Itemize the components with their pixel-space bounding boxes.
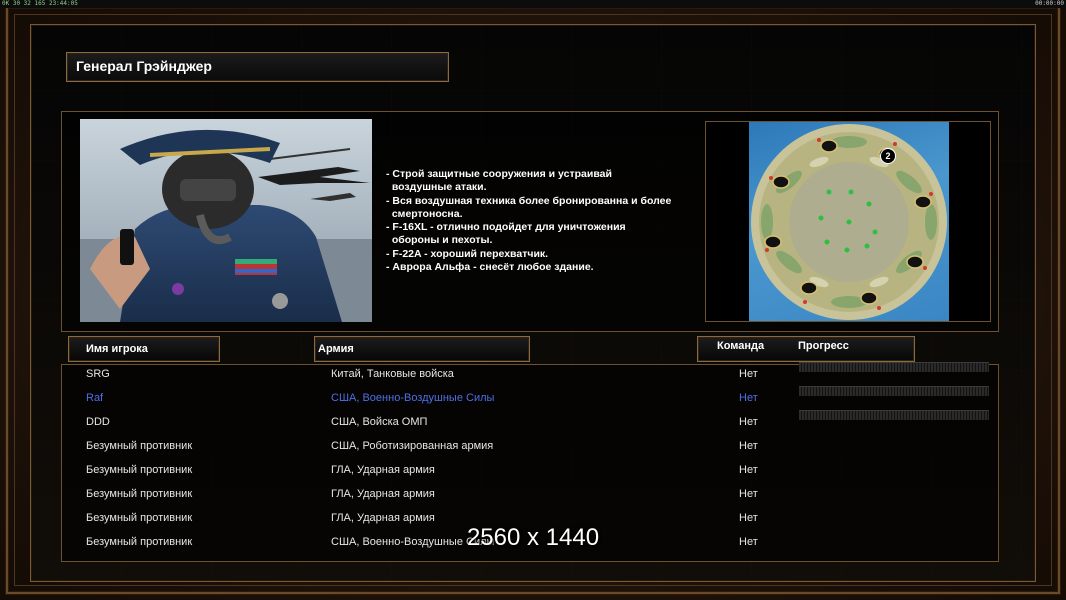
header-army: Армия (314, 336, 530, 362)
description-line: - F-16XL - отлично подойдет для уничтоже… (386, 221, 626, 234)
player-team: Нет (739, 440, 758, 452)
general-name: Генерал Грэйнджер (76, 58, 212, 74)
progress-bar (799, 410, 989, 420)
general-title-box: Генерал Грэйнджер (66, 52, 449, 82)
player-row: SRG Китай, Танковые войска Нет (62, 362, 998, 386)
player-row: Безумный противник ГЛА, Ударная армия Не… (62, 458, 998, 482)
player-army: ГЛА, Ударная армия (331, 488, 435, 500)
player-name: DDD (86, 416, 110, 428)
minimap: 2 (749, 122, 949, 321)
header-team-label: Команда (717, 340, 765, 352)
player-team: Нет (739, 392, 758, 404)
progress-bar (799, 362, 989, 372)
minimap-frame: 2 (705, 121, 991, 322)
description-line: - F-22A - хороший перехватчик. (386, 247, 549, 260)
player-name: SRG (86, 368, 110, 380)
player-army: США, Военно-Воздушные Силы (331, 392, 495, 404)
description-line: воздушные атаки. (386, 181, 487, 194)
resolution-overlay: 2560 x 1440 (466, 524, 600, 551)
general-info-box: - Строй защитные сооружения и устраивай … (61, 111, 999, 332)
player-name: Безумный противник (86, 440, 193, 452)
player-row-active: Raf США, Военно-Воздушные Силы Нет (62, 386, 998, 410)
header-team-progress: Команда Прогресс (697, 336, 915, 362)
player-team: Нет (739, 464, 758, 476)
general-description: - Строй защитные сооружения и устраивай … (386, 168, 706, 274)
description-line: - Вся воздушная техника более бронирован… (386, 194, 672, 207)
description-line: смертоносна. (386, 207, 463, 220)
player-team: Нет (739, 416, 758, 428)
description-line: обороны и пехоты. (386, 234, 493, 247)
status-bar-clock: 00:00:00 (1035, 0, 1064, 7)
description-line: - Строй защитные сооружения и устраивай (386, 168, 612, 180)
header-progress-label: Прогресс (798, 340, 849, 352)
status-bar: 0K 30 32 165 23:44:05 00:00:00 (0, 0, 1066, 8)
general-portrait-image (80, 119, 372, 322)
minimap-image (751, 124, 947, 320)
description-line: - Аврора Альфа - снесёт любое здание. (386, 261, 594, 274)
player-name: Raf (86, 392, 104, 404)
player-team: Нет (739, 368, 758, 380)
player-row: DDD США, Войска ОМП Нет (62, 410, 998, 434)
status-bar-left: 0K 30 32 165 23:44:05 (2, 0, 78, 7)
player-start-marker: 2 (880, 148, 896, 164)
progress-bar (799, 386, 989, 396)
general-portrait (80, 119, 372, 322)
header-player-label: Имя игрока (86, 343, 148, 355)
header-player-name: Имя игрока (68, 336, 220, 362)
player-army: ГЛА, Ударная армия (331, 464, 435, 476)
loading-screen-panel: Генерал Грэйнджер - Строй защитные соору… (30, 24, 1036, 582)
player-row: Безумный противник США, Роботизированная… (62, 434, 998, 458)
player-name: Безумный противник (86, 488, 193, 500)
player-name: Безумный противник (86, 464, 193, 476)
header-army-label: Армия (318, 343, 354, 355)
player-row: Безумный противник ГЛА, Ударная армия Не… (62, 482, 998, 506)
player-army: США, Войска ОМП (331, 416, 428, 428)
player-army: Китай, Танковые войска (331, 368, 454, 380)
player-army: США, Роботизированная армия (331, 440, 494, 452)
player-team: Нет (739, 488, 758, 500)
